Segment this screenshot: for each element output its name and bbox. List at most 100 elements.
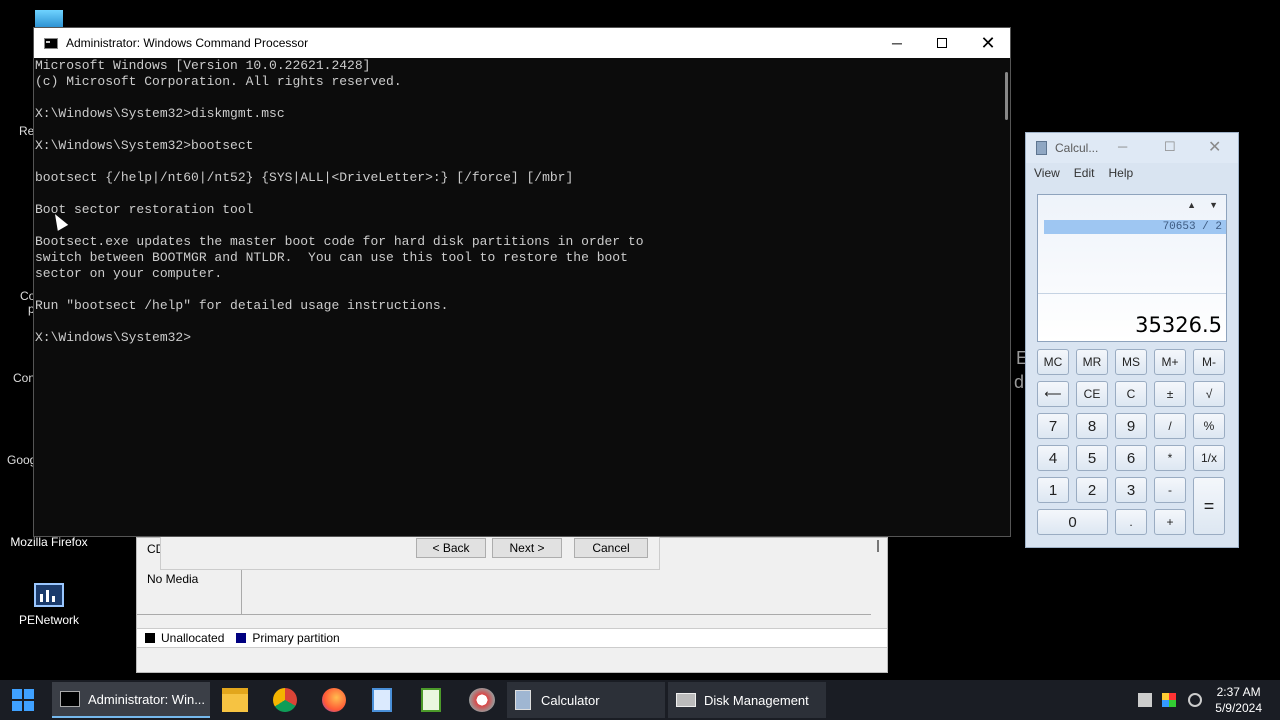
key-digit-9[interactable]: 9 [1115,413,1147,439]
cmd-line: (c) Microsoft Corporation. All rights re… [35,74,402,89]
key-clear-entry[interactable]: CE [1076,381,1108,407]
key-add[interactable]: + [1154,509,1186,535]
desktop-icon-penetwork[interactable]: PENetwork [10,583,88,627]
disk-scrollbar[interactable] [877,540,879,552]
start-button[interactable] [12,689,34,711]
cmd-icon [60,691,80,707]
cmd-line [35,90,996,106]
key-reciprocal[interactable]: 1/x [1193,445,1225,471]
chrome-icon[interactable] [273,688,297,712]
key-clear[interactable]: C [1115,381,1147,407]
disk-hline [137,614,871,615]
cmd-line: Bootsect.exe updates the master boot cod… [35,234,644,249]
cmd-output[interactable]: Microsoft Windows [Version 10.0.22621.24… [34,58,996,536]
key-digit-7[interactable]: 7 [1037,413,1069,439]
key-digit-4[interactable]: 4 [1037,445,1069,471]
taskbar-item-diskmgmt-label: Disk Management [704,692,809,708]
key-digit-3[interactable]: 3 [1115,477,1147,503]
desktop-icon-top[interactable] [35,10,63,28]
calculator-titlebar[interactable]: Calcul... ─ ☐ ✕ [1026,133,1238,163]
cmd-scrollbar-thumb[interactable] [1005,72,1008,120]
desktop-partial-label-5: Goog [7,453,37,467]
taskbar-item-diskmgmt[interactable]: Disk Management [668,682,826,718]
menu-help[interactable]: Help [1108,166,1133,180]
key-backspace[interactable]: ⟵ [1037,381,1069,407]
unallocated-swatch [145,633,155,643]
key-digit-0[interactable]: 0 [1037,509,1108,535]
notepad-icon[interactable] [372,688,392,712]
taskbar-item-cmd[interactable]: Administrator: Win... [52,682,210,718]
key-memory-store[interactable]: MS [1115,349,1147,375]
color-tray-icon[interactable] [1162,693,1176,707]
key-decimal[interactable]: . [1115,509,1147,535]
cmd-line: Microsoft Windows [Version 10.0.22621.24… [35,58,371,73]
cmd-line: X:\Windows\System32>diskmgmt.msc [35,106,285,121]
cmd-title: Administrator: Windows Command Processor [66,36,309,50]
key-digit-8[interactable]: 8 [1076,413,1108,439]
taskbar-item-calculator-label: Calculator [541,692,600,708]
cmd-window: Administrator: Windows Command Processor… [33,27,1011,537]
maximize-icon [937,38,947,48]
cmd-line: bootsect {/help|/nt60|/nt52} {SYS|ALL|<D… [35,170,574,185]
cmd-line: X:\Windows\System32>bootsect [35,138,254,153]
legend-unallocated: Unallocated [161,631,225,645]
firefox-icon[interactable] [322,688,346,712]
key-memory-recall[interactable]: MR [1076,349,1108,375]
clock-time: 2:37 AM [1216,685,1261,699]
taskbar-clock[interactable]: 2:37 AM 5/9/2024 [1215,684,1262,716]
calc-close-button[interactable]: ✕ [1208,137,1221,157]
cmd-line [35,186,996,202]
key-digit-5[interactable]: 5 [1076,445,1108,471]
file-explorer-icon[interactable] [222,688,248,712]
key-digit-2[interactable]: 2 [1076,477,1108,503]
key-digit-6[interactable]: 6 [1115,445,1147,471]
network-tool-icon[interactable] [469,688,495,712]
desktop-icon-firefox[interactable]: Mozilla Firefox [4,535,94,549]
key-memory-clear[interactable]: MC [1037,349,1069,375]
spreadsheet-icon[interactable] [421,688,441,712]
desktop-partial-label-7: d [1014,372,1025,392]
key-multiply[interactable]: * [1154,445,1186,471]
calculator-title: Calcul... [1055,141,1099,155]
taskbar-item-calculator[interactable]: Calculator [507,682,665,718]
key-memory-subtract[interactable]: M- [1193,349,1225,375]
key-memory-add[interactable]: M+ [1154,349,1186,375]
settings-tray-icon[interactable] [1188,693,1202,707]
key-subtract[interactable]: - [1154,477,1186,503]
taskbar: Administrator: Win... Calculator Disk Ma… [0,680,1280,720]
cancel-button[interactable]: Cancel [574,538,648,558]
cmd-line [35,314,996,330]
desktop-icon-label: PENetwork [18,613,80,627]
key-percent[interactable]: % [1193,413,1225,439]
key-equals[interactable]: = [1193,477,1225,535]
minimize-button[interactable]: ─ [874,28,920,58]
desktop-icon-label: Mozilla Firefox [10,535,88,549]
calculator-display: ▲ ▼ 70653 / 2 35326.5 [1037,194,1227,342]
menu-edit[interactable]: Edit [1074,166,1095,180]
display-separator [1038,293,1226,294]
taskbar-item-cmd-label: Administrator: Win... [88,691,206,707]
cmd-scrollbar-track[interactable] [994,58,1010,536]
network-tray-icon[interactable] [1138,693,1152,707]
history-down-icon[interactable]: ▼ [1209,200,1218,210]
calc-minimize-button[interactable]: ─ [1118,139,1127,154]
cmd-line: sector on your computer. [35,266,223,281]
back-button[interactable]: < Back [416,538,486,558]
cmd-line: Boot sector restoration tool [35,202,254,217]
calculator-app-icon [1036,141,1047,155]
cmd-line: X:\Windows\System32> [35,330,192,345]
calculator-history: 70653 / 2 [1044,220,1226,234]
menu-view[interactable]: View [1034,166,1060,180]
next-button[interactable]: Next > [492,538,562,558]
primary-swatch [236,633,247,643]
key-sqrt[interactable]: √ [1193,381,1225,407]
disk-divider [241,566,242,614]
close-button[interactable]: ✕ [965,28,1011,58]
key-negate[interactable]: ± [1154,381,1186,407]
history-up-icon[interactable]: ▲ [1187,200,1196,210]
calc-maximize-button[interactable]: ☐ [1164,139,1176,155]
key-divide[interactable]: / [1154,413,1186,439]
cmd-titlebar[interactable]: Administrator: Windows Command Processor… [34,28,1010,58]
key-digit-1[interactable]: 1 [1037,477,1069,503]
maximize-button[interactable] [919,28,965,58]
